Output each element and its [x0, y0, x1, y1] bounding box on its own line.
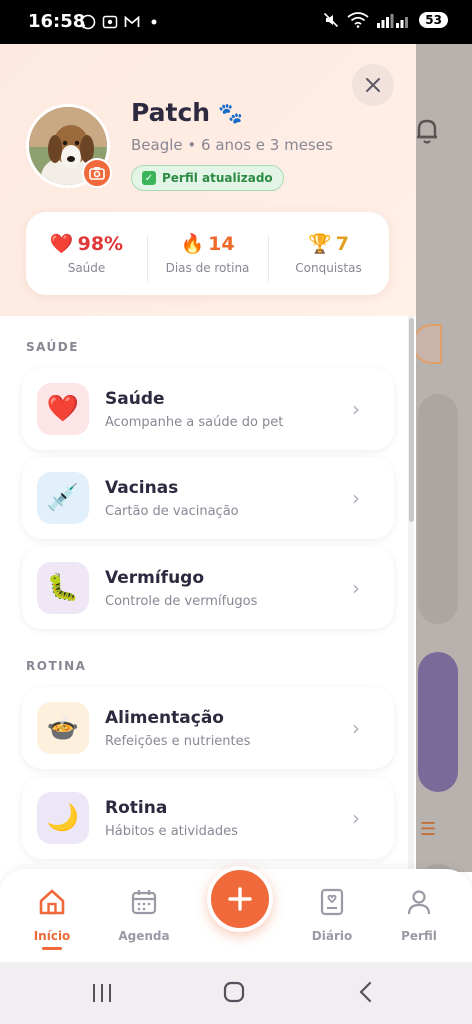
fire-icon: 🔥 [180, 233, 205, 255]
chevron-right-icon: › [352, 716, 360, 740]
status-badge-label: Perfil atualizado [162, 171, 273, 185]
pet-name: Patch 🐾 [131, 98, 243, 127]
add-button[interactable] [207, 866, 273, 932]
filter-icon: ☰ [420, 819, 437, 840]
heart-icon: ❤️ [37, 383, 89, 435]
nav-home[interactable]: Início [12, 887, 92, 950]
status-badge: ✓ Perfil atualizado [131, 165, 284, 191]
menu-item-title: Alimentação [105, 707, 224, 728]
stat-achievements-label: Conquistas [295, 261, 362, 275]
chevron-right-icon: › [352, 397, 360, 421]
stat-health[interactable]: ❤️ 98% Saúde [26, 232, 147, 276]
menu-item-routine[interactable]: 🌙 Rotina Hábitos e atividades › [22, 777, 394, 859]
section-label-health: SAÚDE [26, 340, 79, 354]
nav-home-label: Início [33, 929, 71, 943]
food-bowl-icon: 🍲 [37, 702, 89, 754]
active-indicator [42, 947, 62, 950]
nav-profile[interactable]: Perfil [379, 887, 459, 943]
mute-icon [324, 12, 339, 28]
close-button[interactable] [352, 64, 394, 106]
background-card [418, 652, 458, 792]
stat-achievements[interactable]: 🏆 7 Conquistas [268, 232, 389, 282]
moon-icon: 🌙 [37, 792, 89, 844]
stat-health-label: Saúde [67, 261, 106, 275]
stat-achievements-value: 7 [335, 232, 349, 255]
check-icon: ✓ [142, 171, 156, 185]
nav-agenda[interactable]: Agenda [104, 887, 184, 943]
side-drawer: Patch 🐾 Beagle • 6 anos e 3 meses ✓ Perf… [0, 44, 416, 872]
pet-breed-age: Beagle • 6 anos e 3 meses [131, 136, 333, 154]
scrollbar-thumb[interactable] [409, 318, 414, 522]
menu-item-dewormer[interactable]: 🐛 Vermífugo Controle de vermífugos › [22, 547, 394, 629]
menu-item-subtitle: Cartão de vacinação [105, 503, 239, 519]
whatsapp-icon [80, 14, 96, 30]
menu-item-feeding[interactable]: 🍲 Alimentação Refeições e nutrientes › [22, 687, 394, 769]
menu-item-subtitle: Hábitos e atividades [105, 823, 238, 839]
heart-icon: ❤️ [49, 233, 74, 255]
journal-icon [320, 888, 344, 916]
home-system-button[interactable] [222, 980, 246, 1004]
stats-card: ❤️ 98% Saúde 🔥 14 Dias de rotina 🏆 7 Conqui… [26, 212, 389, 295]
recent-apps-button[interactable] [90, 982, 114, 1004]
stat-routine-days[interactable]: 🔥 14 Dias de rotina [147, 232, 268, 282]
menu-item-title: Vacinas [105, 477, 179, 498]
plus-icon [228, 887, 252, 911]
dot-icon [151, 19, 157, 25]
screen-record-icon [102, 15, 118, 29]
back-button[interactable] [356, 980, 376, 1004]
system-nav-bar [0, 962, 472, 1024]
chevron-right-icon: › [352, 806, 360, 830]
background-card [418, 394, 458, 624]
stat-routine-label: Dias de rotina [165, 261, 250, 275]
menu-item-subtitle: Refeições e nutrientes [105, 733, 251, 749]
menu-item-vaccines[interactable]: 💉 Vacinas Cartão de vacinação › [22, 457, 394, 539]
nav-profile-label: Perfil [401, 929, 437, 943]
nav-diary-label: Diário [311, 929, 353, 943]
stat-routine-value: 14 [208, 232, 235, 255]
close-icon [366, 78, 380, 92]
change-photo-button[interactable] [82, 158, 112, 188]
camera-icon [89, 167, 105, 180]
chevron-right-icon: › [352, 576, 360, 600]
menu-item-subtitle: Controle de vermífugos [105, 593, 258, 609]
worm-icon: 🐛 [37, 562, 89, 614]
chevron-right-icon: › [352, 486, 360, 510]
calendar-icon [131, 890, 157, 915]
battery-indicator: 53 [419, 12, 448, 28]
signal-icon [377, 14, 409, 28]
pet-name-text: Patch [131, 98, 211, 127]
section-label-routine: ROTINA [26, 659, 87, 673]
profile-icon [407, 890, 431, 915]
menu-item-title: Vermífugo [105, 567, 205, 588]
wifi-icon [347, 12, 369, 28]
menu-item-health[interactable]: ❤️ Saúde Acompanhe a saúde do pet › [22, 368, 394, 450]
nav-agenda-label: Agenda [118, 929, 170, 943]
status-bar: 16:58 53 [0, 0, 472, 44]
paw-icon: 🐾 [218, 100, 243, 125]
background-pill [412, 324, 442, 364]
nav-diary[interactable]: Diário [292, 887, 372, 943]
trophy-icon: 🏆 [308, 233, 332, 255]
menu-item-title: Saúde [105, 388, 165, 409]
menu-item-title: Rotina [105, 797, 168, 818]
stat-health-value: 98% [77, 232, 124, 255]
gmail-icon [124, 15, 140, 27]
status-time: 16:58 [28, 11, 86, 32]
menu-item-subtitle: Acompanhe a saúde do pet [105, 414, 284, 430]
home-icon [39, 889, 65, 915]
syringe-icon: 💉 [37, 472, 89, 524]
